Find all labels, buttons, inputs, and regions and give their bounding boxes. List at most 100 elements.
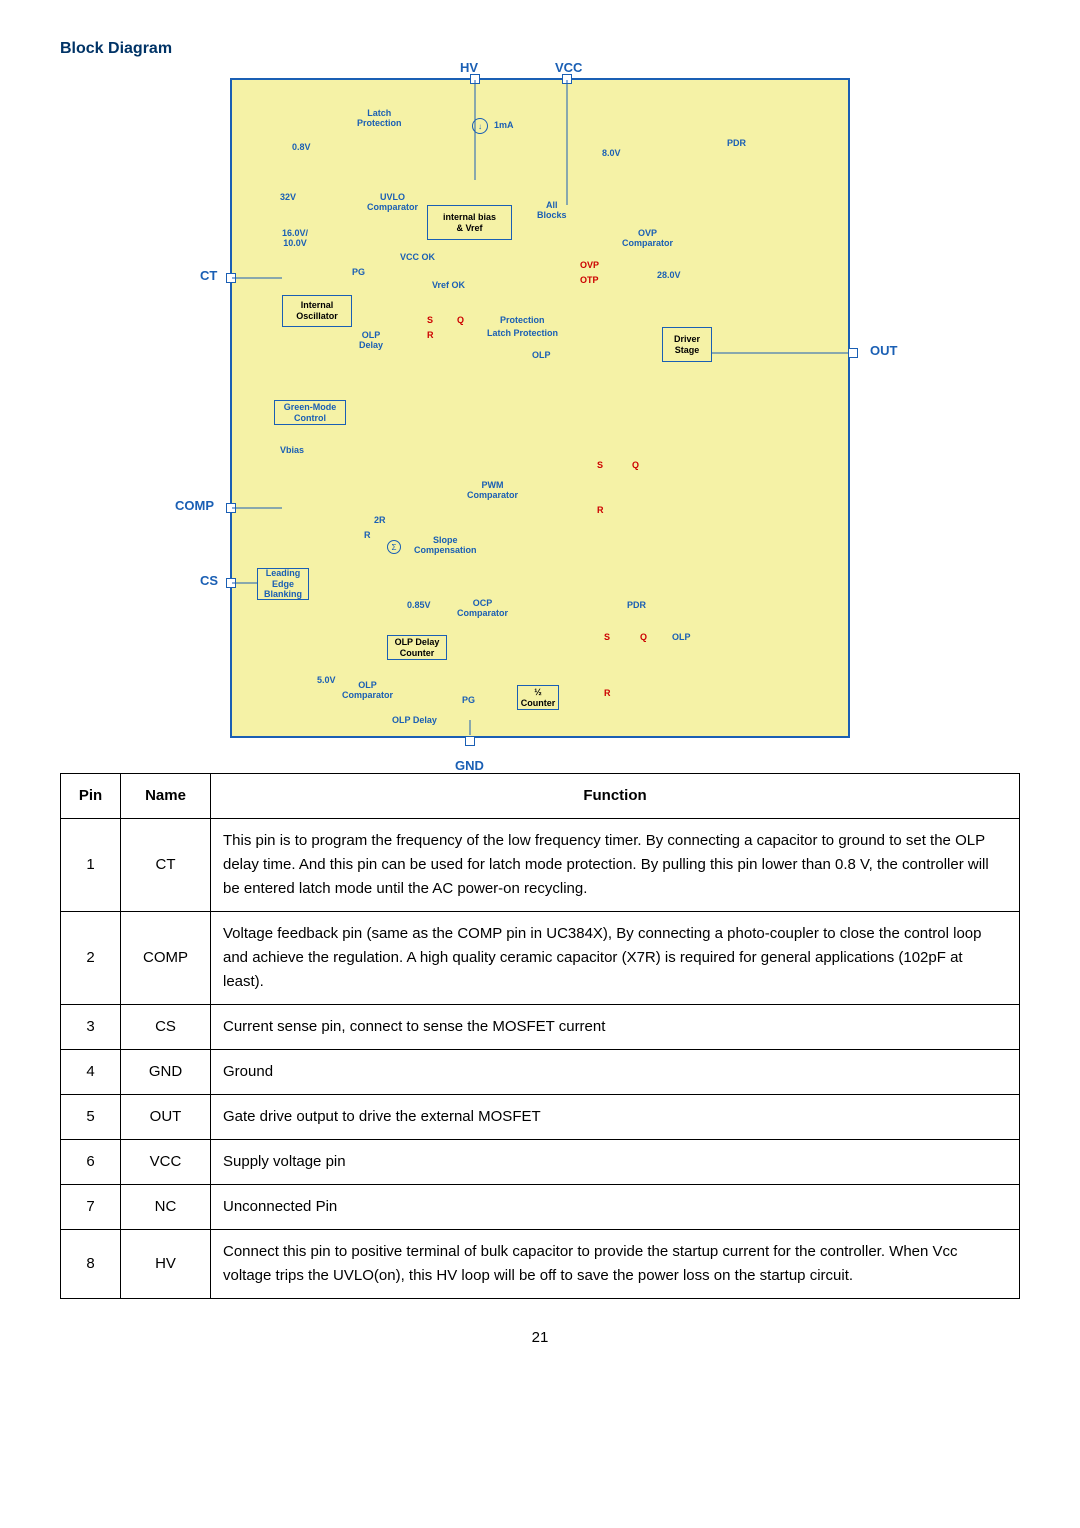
pin-gnd-label: GND [455, 758, 484, 773]
label-olp-comp: OLP Comparator [342, 680, 393, 700]
label-pg: PG [352, 267, 365, 277]
page-number: 21 [60, 1329, 1020, 1346]
header-pin: Pin [61, 774, 121, 819]
cell-pin: 3 [61, 1005, 121, 1050]
label-latch-prot2: Latch Protection [487, 328, 558, 338]
table-row: 1 CT This pin is to program the frequenc… [61, 819, 1020, 912]
cell-name: CS [121, 1005, 211, 1050]
label-28-0v: 28.0V [657, 270, 681, 280]
label-otp: OTP [580, 275, 599, 285]
pin-gnd-box [465, 736, 475, 746]
pin-cs-box [226, 578, 236, 588]
label-vbias: Vbias [280, 445, 304, 455]
cell-function: Current sense pin, connect to sense the … [211, 1005, 1020, 1050]
label-s2: S [597, 460, 603, 470]
label-2r: 2R [374, 515, 386, 525]
table-row: 7 NC Unconnected Pin [61, 1185, 1020, 1230]
cell-name: COMP [121, 912, 211, 1005]
cell-name: CT [121, 819, 211, 912]
header-function: Function [211, 774, 1020, 819]
pin-vcc-box [562, 74, 572, 84]
label-pdr: PDR [727, 138, 746, 148]
label-s1: S [427, 315, 433, 325]
label-ovp: OVP [580, 260, 599, 270]
label-olp: OLP [532, 350, 551, 360]
cell-function: This pin is to program the frequency of … [211, 819, 1020, 912]
label-r3: R [604, 688, 611, 698]
table-header-row: Pin Name Function [61, 774, 1020, 819]
label-vcc-ok: VCC OK [400, 252, 435, 262]
label-slope-comp: Slope Compensation [414, 535, 477, 555]
table-row: 6 VCC Supply voltage pin [61, 1140, 1020, 1185]
label-pdr2: PDR [627, 600, 646, 610]
label-0-85v: 0.85V [407, 600, 431, 610]
label-latch-protection: Latch Protection [357, 108, 402, 128]
cell-function: Ground [211, 1050, 1020, 1095]
header-name: Name [121, 774, 211, 819]
cell-function: Gate drive output to drive the external … [211, 1095, 1020, 1140]
cell-name: GND [121, 1050, 211, 1095]
label-s3: S [604, 632, 610, 642]
label-r2: R [597, 505, 604, 515]
table-row: 4 GND Ground [61, 1050, 1020, 1095]
cell-pin: 6 [61, 1140, 121, 1185]
cell-pin: 4 [61, 1050, 121, 1095]
cell-pin: 8 [61, 1230, 121, 1299]
label-protection: Protection [500, 315, 545, 325]
table-row: 8 HV Connect this pin to positive termin… [61, 1230, 1020, 1299]
cell-function: Connect this pin to positive terminal of… [211, 1230, 1020, 1299]
pin-out-label: OUT [870, 343, 897, 358]
cell-name: VCC [121, 1140, 211, 1185]
cell-function: Supply voltage pin [211, 1140, 1020, 1185]
label-all-blocks: All Blocks [537, 200, 567, 220]
label-vref-ok: Vref OK [432, 280, 465, 290]
section-title: Block Diagram [60, 40, 1020, 58]
label-8-0v: 8.0V [602, 148, 621, 158]
block-diagram: Latch Protection 0.8V ↓ 1mA 8.0V PDR 32V… [230, 78, 850, 738]
pin-hv-label: HV [460, 60, 478, 75]
pin-vcc-label: VCC [555, 60, 582, 75]
table-row: 2 COMP Voltage feedback pin (same as the… [61, 912, 1020, 1005]
label-pwm-comp: PWM Comparator [467, 480, 518, 500]
pin-ct-label: CT [200, 268, 217, 283]
label-ovp-comp: OVP Comparator [622, 228, 673, 248]
cell-pin: 7 [61, 1185, 121, 1230]
block-green-mode: Green-Mode Control [274, 400, 346, 425]
pin-comp-label: COMP [175, 498, 214, 513]
block-leb: Leading Edge Blanking [257, 568, 309, 600]
cell-name: OUT [121, 1095, 211, 1140]
label-32v: 32V [280, 192, 296, 202]
block-diagram-container: HV VCC CT COMP CS OUT GND Latch Protecti… [60, 78, 1020, 743]
pin-hv-box [470, 74, 480, 84]
label-r-res: R [364, 530, 371, 540]
label-olp-delay2: OLP Delay [392, 715, 437, 725]
cell-pin: 5 [61, 1095, 121, 1140]
cell-name: NC [121, 1185, 211, 1230]
sigma-icon: Σ [387, 540, 401, 554]
cell-function: Unconnected Pin [211, 1185, 1020, 1230]
cell-pin: 1 [61, 819, 121, 912]
label-uvlo-comp: UVLO Comparator [367, 192, 418, 212]
block-internal-osc: Internal Oscillator [282, 295, 352, 327]
pin-out-box [848, 348, 858, 358]
pin-cs-label: CS [200, 573, 218, 588]
cell-function: Voltage feedback pin (same as the COMP p… [211, 912, 1020, 1005]
block-driver-stage: Driver Stage [662, 327, 712, 362]
label-5-0v: 5.0V [317, 675, 336, 685]
label-q1: Q [457, 315, 464, 325]
label-1ma: 1mA [494, 120, 514, 130]
label-q3: Q [640, 632, 647, 642]
cell-name: HV [121, 1230, 211, 1299]
label-ocp-comp: OCP Comparator [457, 598, 508, 618]
label-r1: R [427, 330, 434, 340]
label-olp2: OLP [672, 632, 691, 642]
pin-comp-box [226, 503, 236, 513]
block-half-counter: ½ Counter [517, 685, 559, 710]
label-16-10v: 16.0V/ 10.0V [282, 228, 308, 248]
pin-ct-box [226, 273, 236, 283]
table-row: 3 CS Current sense pin, connect to sense… [61, 1005, 1020, 1050]
pin-table: Pin Name Function 1 CT This pin is to pr… [60, 773, 1020, 1299]
label-0-8v: 0.8V [292, 142, 311, 152]
label-olp-delay: OLP Delay [359, 330, 383, 350]
label-q2: Q [632, 460, 639, 470]
